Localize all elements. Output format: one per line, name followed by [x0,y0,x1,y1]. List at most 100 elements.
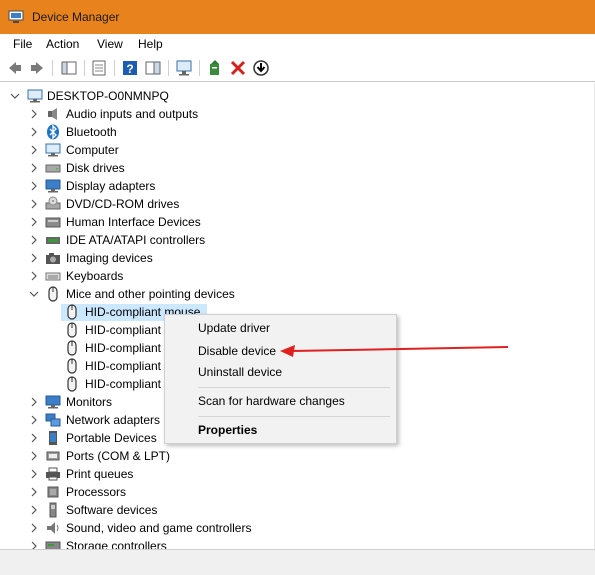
tree-item-print-queues[interactable]: Print queues [66,467,133,481]
chevron-right-icon[interactable] [29,235,39,245]
tree-item-ide-ata-atapi-controllers[interactable]: IDE ATA/ATAPI controllers [66,233,205,247]
chevron-right-icon[interactable] [29,433,39,443]
tree-item-storage-controllers[interactable]: Storage controllers [66,539,167,549]
menu-item-update-driver[interactable]: Update driver [198,321,270,335]
menu-item-scan-hardware[interactable]: Scan for hardware changes [198,394,345,408]
network-icon [45,412,61,428]
chevron-right-icon[interactable] [29,271,39,281]
menu-file[interactable]: File [13,37,32,51]
annotation-arrow [280,345,509,357]
chevron-right-icon[interactable] [29,145,39,155]
bluetooth-icon [45,124,61,140]
disk-icon [45,160,61,176]
chevron-down-icon[interactable] [29,289,39,299]
software-icon [45,502,61,518]
computer-icon [45,142,61,158]
tree-item-processors[interactable]: Processors [66,485,126,499]
imaging-icon [45,250,61,266]
tree-item-hid-mouse[interactable]: HID-compliant [85,377,161,391]
chevron-right-icon[interactable] [29,127,39,137]
window-title: Device Manager [32,10,120,24]
tree-item-computer[interactable]: Computer [66,143,119,157]
tree-item-sound-video-and-game-controllers[interactable]: Sound, video and game controllers [66,521,251,535]
tree-item-software-devices[interactable]: Software devices [66,503,157,517]
chevron-right-icon[interactable] [29,397,39,407]
tree-item-display-adapters[interactable]: Display adapters [66,179,155,193]
menu-help[interactable]: Help [138,37,163,51]
storage-icon [45,538,61,549]
mouse-icon [64,322,80,338]
tree-item-imaging-devices[interactable]: Imaging devices [66,251,153,265]
ports-icon [45,448,61,464]
mouse-icon [64,376,80,392]
scan-monitor-icon[interactable] [175,59,193,77]
chevron-right-icon[interactable] [29,541,39,549]
tree-root[interactable]: DESKTOP-O0NMNPQ [47,89,169,103]
tree-item-network-adapters[interactable]: Network adapters [66,413,160,427]
toolbar: ? [0,56,595,82]
tree-item-keyboards[interactable]: Keyboards [66,269,123,283]
context-menu: Update driver Disable device Uninstall d… [164,314,397,444]
chevron-right-icon[interactable] [29,199,39,209]
toolbar-separator [84,60,85,76]
back-arrow-icon[interactable] [6,59,24,77]
tree-item-hid-mouse[interactable]: HID-compliant [85,359,161,373]
show-hide-tree-icon[interactable] [60,59,78,77]
help-icon[interactable]: ? [121,59,139,77]
toolbar-separator [52,60,53,76]
chevron-right-icon[interactable] [29,181,39,191]
ide-icon [45,232,61,248]
menu-item-disable-device[interactable]: Disable device [198,344,276,358]
toolbar-separator [114,60,115,76]
menu-bar: File Action View Help [0,34,595,54]
tree-item-ports-com-lpt[interactable]: Ports (COM & LPT) [66,449,170,463]
tree-item-mice-and-other-pointing-devices[interactable]: Mice and other pointing devices [66,287,235,301]
chevron-right-icon[interactable] [29,415,39,425]
tree-item-disk-drives[interactable]: Disk drives [66,161,125,175]
uninstall-x-icon[interactable] [229,59,247,77]
menu-action[interactable]: Action [46,37,79,51]
hid-icon [45,214,61,230]
tree-item-audio-inputs-and-outputs[interactable]: Audio inputs and outputs [66,107,198,121]
display-icon [45,178,61,194]
tree-item-monitors[interactable]: Monitors [66,395,112,409]
tree-item-human-interface-devices[interactable]: Human Interface Devices [66,215,201,229]
computer-icon [27,88,43,104]
dvd-icon [45,196,61,212]
chevron-right-icon[interactable] [29,505,39,515]
forward-arrow-icon[interactable] [28,59,46,77]
chevron-right-icon[interactable] [29,523,39,533]
update-driver-icon[interactable] [206,59,224,77]
tree-item-bluetooth[interactable]: Bluetooth [66,125,117,139]
keyboard-icon [45,268,61,284]
chevron-right-icon[interactable] [29,487,39,497]
chevron-right-icon[interactable] [29,109,39,119]
portable-icon [45,430,61,446]
chevron-right-icon[interactable] [29,469,39,479]
action-pane-icon[interactable] [144,59,162,77]
toolbar-separator [168,60,169,76]
chevron-right-icon[interactable] [29,163,39,173]
menu-separator [198,387,390,388]
mouse-icon [64,304,80,320]
tree-item-hid-mouse[interactable]: HID-compliant [85,323,161,337]
mouse-icon [64,358,80,374]
tree-item-dvd-cd-rom-drives[interactable]: DVD/CD-ROM drives [66,197,179,211]
processor-icon [45,484,61,500]
monitor-icon [45,394,61,410]
menu-item-properties[interactable]: Properties [198,423,257,437]
properties-icon[interactable] [90,59,108,77]
chevron-down-icon[interactable] [10,91,20,101]
chevron-right-icon[interactable] [29,253,39,263]
tree-item-hid-mouse[interactable]: HID-compliant [85,341,161,355]
chevron-right-icon[interactable] [29,451,39,461]
tree-item-portable-devices[interactable]: Portable Devices [66,431,157,445]
device-manager-app-icon [8,10,24,24]
download-icon[interactable] [252,59,270,77]
toolbar-separator [199,60,200,76]
menu-view[interactable]: View [97,37,123,51]
chevron-right-icon[interactable] [29,217,39,227]
title-bar: Device Manager [0,0,595,34]
menu-item-uninstall-device[interactable]: Uninstall device [198,365,282,379]
print-icon [45,466,61,482]
